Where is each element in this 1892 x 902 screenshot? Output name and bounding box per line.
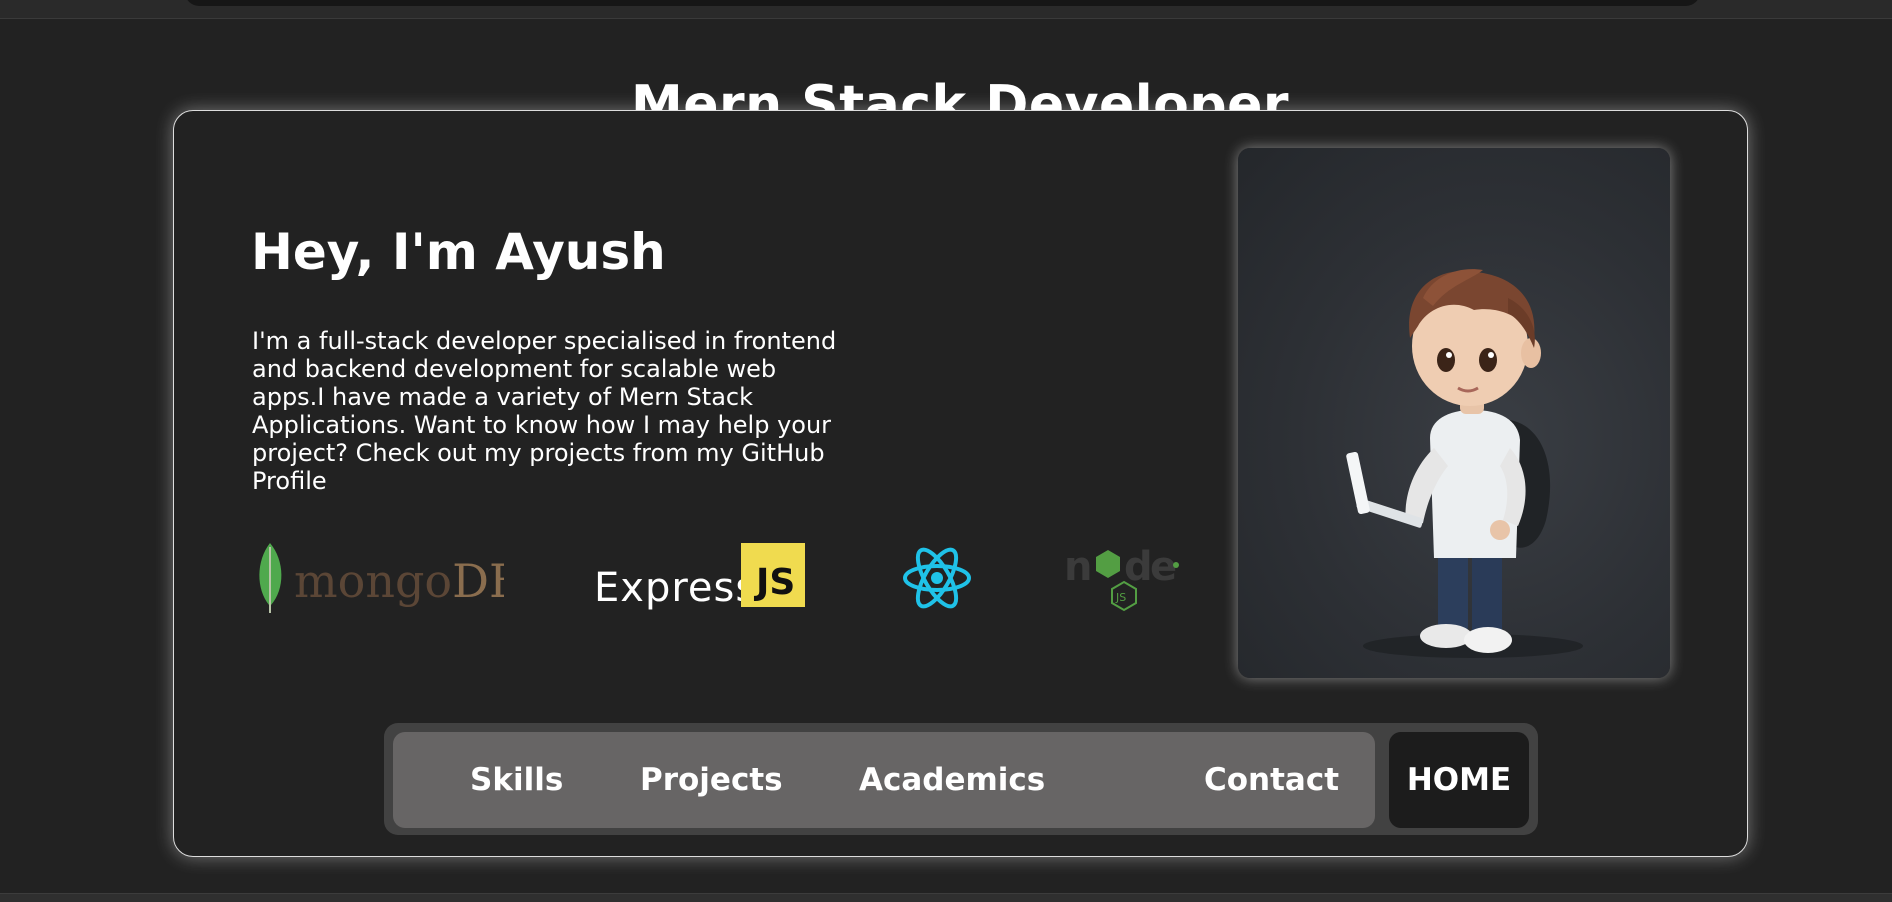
mongodb-logo: mongoDB bbox=[254, 541, 523, 619]
node-js-badge: JS bbox=[1115, 591, 1126, 604]
mongodb-leaf-icon: mongoDB bbox=[259, 543, 523, 613]
node-letter-d: d bbox=[1124, 544, 1153, 590]
developer-portrait bbox=[1238, 148, 1670, 678]
react-logo bbox=[902, 546, 972, 611]
nodejs-hexagon-icon: n d e JS bbox=[1064, 544, 1179, 612]
nodejs-logo: n d e JS bbox=[1064, 538, 1184, 618]
mongodb-text-mongo: mongo bbox=[294, 554, 452, 608]
react-atom-icon bbox=[903, 547, 971, 609]
browser-top-pill bbox=[185, 0, 1700, 6]
nav-link-skills[interactable]: Skills bbox=[470, 732, 563, 828]
node-letter-n: n bbox=[1064, 544, 1092, 590]
nav-links-group: Skills Projects Academics Contact bbox=[393, 732, 1375, 828]
express-js-badge: JS bbox=[741, 543, 805, 607]
bottom-navbar: Skills Projects Academics Contact HOME bbox=[384, 723, 1538, 835]
nav-link-academics[interactable]: Academics bbox=[859, 732, 1045, 828]
node-letter-e: e bbox=[1150, 544, 1177, 590]
browser-top-bar bbox=[0, 0, 1892, 19]
express-text: Express bbox=[594, 565, 758, 611]
express-logo: Express JS bbox=[594, 543, 834, 613]
nav-link-projects[interactable]: Projects bbox=[640, 732, 783, 828]
hero-title: Hey, I'm Ayush bbox=[251, 223, 666, 281]
mongodb-text-db: DB bbox=[452, 554, 504, 608]
nav-link-contact[interactable]: Contact bbox=[1204, 732, 1339, 828]
hero-description: I'm a full-stack developer specialised i… bbox=[252, 327, 837, 495]
browser-bottom-bar bbox=[0, 893, 1892, 902]
nav-home-button[interactable]: HOME bbox=[1389, 732, 1529, 828]
svg-text:mongoDB: mongoDB bbox=[294, 554, 504, 608]
cartoon-developer-avatar bbox=[1346, 269, 1583, 658]
hero-card: Hey, I'm Ayush I'm a full-stack develope… bbox=[173, 110, 1748, 857]
